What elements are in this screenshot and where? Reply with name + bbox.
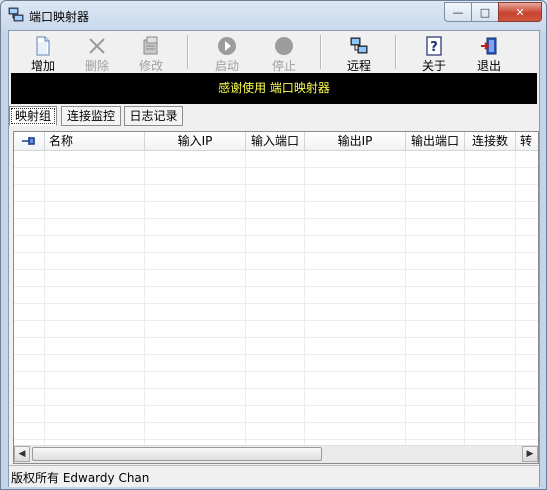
edit-icon bbox=[143, 36, 158, 55]
status-bar: 版权所有 Edwardy Chan bbox=[9, 465, 539, 487]
column-header-input-ip[interactable]: 输入IP bbox=[145, 132, 246, 150]
scroll-right-icon: ▶ bbox=[526, 449, 534, 459]
tab-connection-monitor[interactable]: 连接监控 bbox=[61, 106, 121, 126]
exit-label: 退出 bbox=[476, 59, 501, 73]
grid-line bbox=[245, 151, 246, 445]
about-button[interactable]: ? 关于 bbox=[412, 34, 456, 73]
welcome-banner: 感谢使用 端口映射器 bbox=[11, 73, 537, 104]
delete-button[interactable]: 删除 bbox=[75, 34, 119, 73]
add-label: 增加 bbox=[30, 59, 55, 73]
list-grid bbox=[14, 151, 538, 445]
mapping-list[interactable]: 名称 输入IP 输入端口 输出IP 输出端口 连接数 转 ◀ ▶ bbox=[13, 131, 539, 464]
column-header-more[interactable]: 转 bbox=[516, 132, 538, 150]
exit-door-icon bbox=[481, 37, 497, 55]
scroll-left-button[interactable]: ◀ bbox=[14, 446, 30, 462]
column-header-output-port[interactable]: 输出端口 bbox=[406, 132, 465, 150]
stop-label: 停止 bbox=[271, 59, 296, 73]
delete-x-icon bbox=[89, 38, 105, 54]
help-icon: ? bbox=[426, 36, 442, 56]
start-label: 启动 bbox=[214, 59, 239, 73]
toolbar-separator bbox=[187, 35, 189, 69]
network-app-icon bbox=[8, 7, 24, 22]
scrollbar-thumb[interactable] bbox=[32, 447, 322, 461]
remote-button[interactable]: 远程 bbox=[337, 34, 381, 73]
grid-line bbox=[515, 151, 516, 445]
column-header-input-port[interactable]: 输入端口 bbox=[246, 132, 305, 150]
about-label: 关于 bbox=[421, 59, 446, 73]
toolbar: 增加 删除 修改 启动 停止 远程 ? 关于 退出 bbox=[9, 31, 539, 73]
tab-mapping-groups[interactable]: 映射组 bbox=[9, 106, 57, 126]
column-header-name[interactable]: 名称 bbox=[45, 132, 145, 150]
grid-line bbox=[44, 151, 45, 445]
play-icon bbox=[218, 37, 236, 55]
close-icon: ✕ bbox=[515, 5, 525, 19]
minimize-button[interactable]: — bbox=[444, 2, 471, 22]
title-bar[interactable]: 端口映射器 — □ ✕ bbox=[1, 1, 546, 29]
edit-button[interactable]: 修改 bbox=[129, 34, 173, 73]
remote-label: 远程 bbox=[346, 59, 371, 73]
grid-line bbox=[464, 151, 465, 445]
grid-line bbox=[405, 151, 406, 445]
pin-icon bbox=[22, 137, 35, 145]
grid-line bbox=[304, 151, 305, 445]
pin-column-header[interactable] bbox=[14, 132, 45, 150]
horizontal-scrollbar[interactable]: ◀ ▶ bbox=[14, 445, 538, 463]
tab-log[interactable]: 日志记录 bbox=[124, 106, 183, 126]
exit-button[interactable]: 退出 bbox=[467, 34, 511, 73]
add-button[interactable]: 增加 bbox=[21, 34, 65, 73]
maximize-button[interactable]: □ bbox=[471, 2, 498, 22]
copyright-text: 版权所有 Edwardy Chan bbox=[11, 471, 150, 485]
app-window: 端口映射器 — □ ✕ 增加 删除 修改 启动 停止 远程 ? 关于 退出 感谢… bbox=[0, 0, 547, 490]
toolbar-separator bbox=[320, 35, 322, 69]
scroll-left-icon: ◀ bbox=[18, 449, 26, 459]
stop-icon bbox=[275, 37, 293, 55]
grid-line bbox=[144, 151, 145, 445]
toolbar-separator bbox=[395, 35, 397, 69]
edit-label: 修改 bbox=[138, 59, 163, 73]
maximize-icon: □ bbox=[479, 5, 491, 19]
stop-button[interactable]: 停止 bbox=[262, 34, 306, 73]
list-header: 名称 输入IP 输入端口 输出IP 输出端口 连接数 转 bbox=[14, 132, 538, 151]
column-header-connections[interactable]: 连接数 bbox=[465, 132, 516, 150]
network-computers-icon bbox=[350, 37, 368, 54]
svg-text:?: ? bbox=[430, 40, 438, 55]
delete-label: 删除 bbox=[84, 59, 109, 73]
start-button[interactable]: 启动 bbox=[205, 34, 249, 73]
add-document-icon bbox=[36, 36, 50, 56]
minimize-icon: — bbox=[452, 5, 464, 19]
client-area: 增加 删除 修改 启动 停止 远程 ? 关于 退出 感谢使用 端口映射器 映射组… bbox=[8, 30, 540, 487]
window-controls: — □ ✕ bbox=[444, 2, 542, 22]
close-button[interactable]: ✕ bbox=[498, 2, 542, 22]
scroll-right-button[interactable]: ▶ bbox=[522, 446, 538, 462]
window-title: 端口映射器 bbox=[29, 10, 90, 24]
column-header-output-ip[interactable]: 输出IP bbox=[305, 132, 406, 150]
